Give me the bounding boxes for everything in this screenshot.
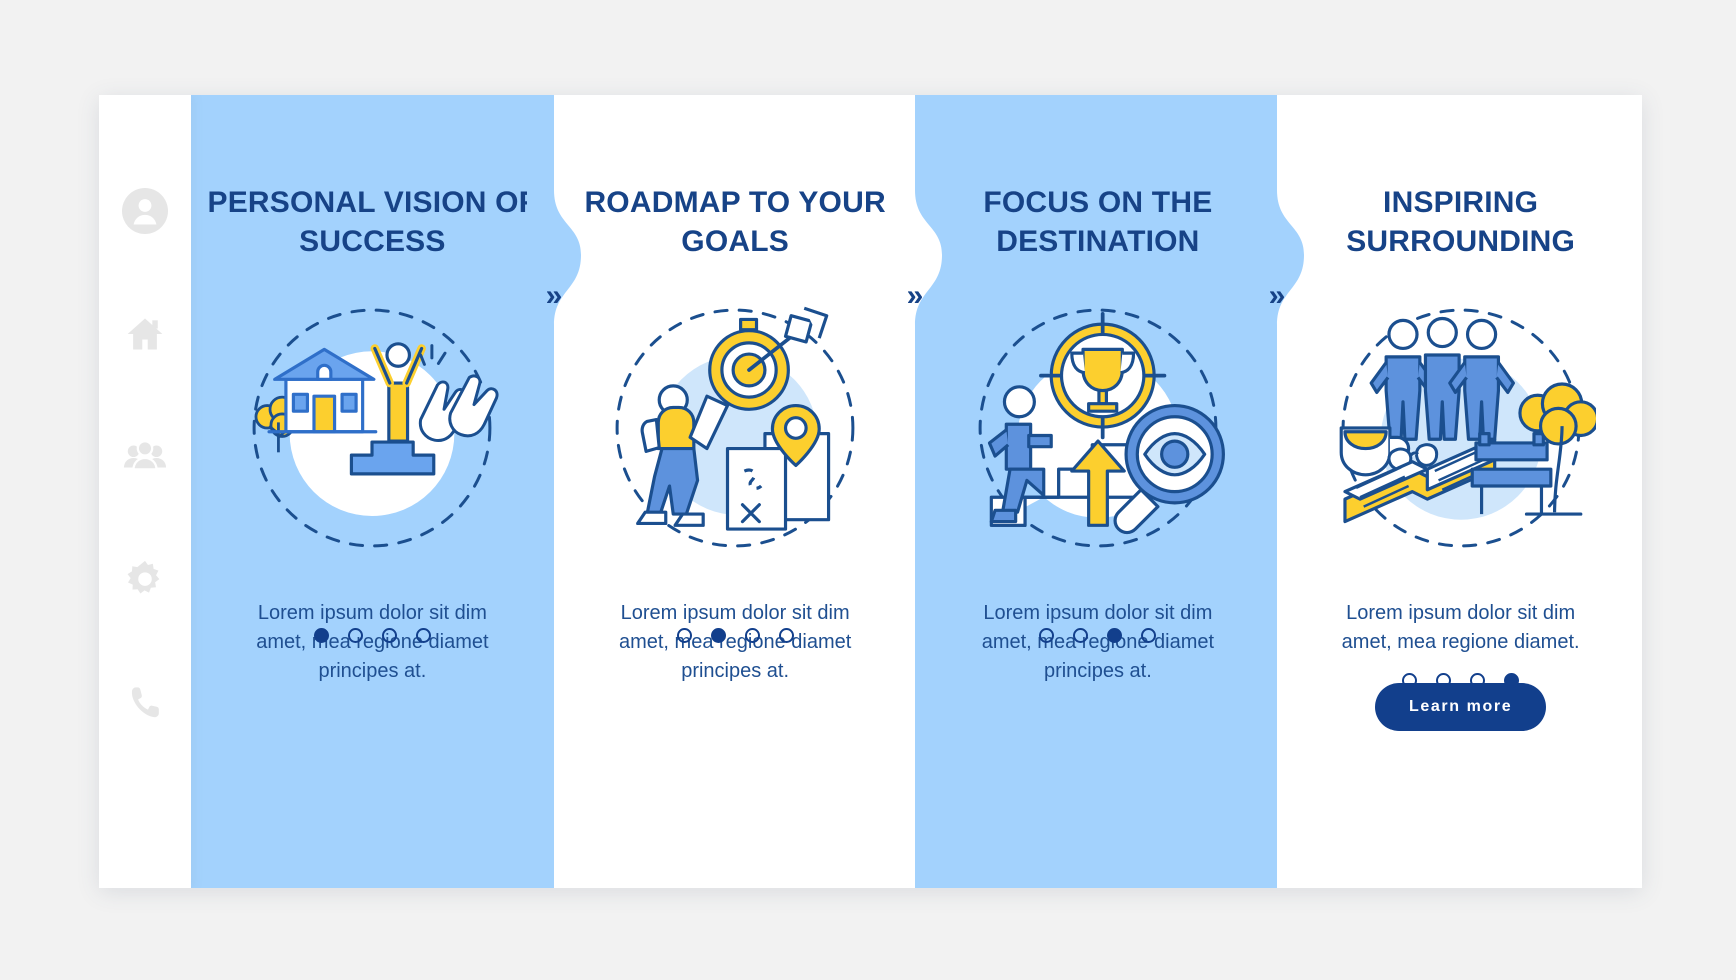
sidebar-item-home[interactable] (122, 311, 168, 357)
panel-title: Personal Vision of Success (207, 186, 538, 258)
panel-roadmap: Roadmap to Your Goals (553, 95, 917, 888)
sidebar (99, 95, 191, 888)
people-group-icon (123, 435, 167, 479)
onboarding-panels: Personal Vision of Success (191, 95, 1642, 888)
panel-title: Roadmap to Your Goals (584, 186, 886, 258)
dot-1[interactable] (1402, 673, 1418, 688)
sidebar-item-settings[interactable] (122, 557, 168, 603)
user-circle-icon (122, 188, 168, 234)
dot-4[interactable] (1504, 673, 1520, 688)
panel-title: Focus on the Destination (983, 186, 1213, 258)
trophy-crosshair-stairs-magnifier-illustration (963, 297, 1233, 559)
home-icon (124, 313, 166, 355)
dot-4[interactable] (415, 628, 431, 643)
panel-title: Inspiring Surrounding (1346, 186, 1576, 258)
page-background: Personal Vision of Success (0, 0, 1736, 980)
sidebar-item-contact[interactable] (122, 680, 168, 726)
dot-2[interactable] (347, 628, 363, 643)
panel-personal-vision: Personal Vision of Success (191, 95, 554, 888)
dot-4[interactable] (1141, 628, 1157, 643)
sidebar-item-community[interactable] (122, 434, 168, 480)
pagination-dots[interactable] (676, 628, 794, 643)
panel-focus-destination: Focus on the Destination (916, 95, 1280, 888)
dot-3[interactable] (381, 628, 397, 643)
dot-2[interactable] (1073, 628, 1089, 643)
phone-icon (125, 683, 165, 723)
dot-3[interactable] (1470, 673, 1486, 688)
dot-1[interactable] (313, 628, 329, 643)
gear-icon (124, 559, 166, 601)
dot-3[interactable] (1107, 628, 1123, 643)
people-book-bench-tree-illustration (1326, 297, 1596, 559)
pagination-dots[interactable] (1039, 628, 1157, 643)
dot-4[interactable] (778, 628, 794, 643)
family-house-trophy-applause-illustration (237, 297, 507, 559)
dot-3[interactable] (744, 628, 760, 643)
learn-more-button[interactable]: Learn more (1375, 683, 1547, 731)
dot-1[interactable] (1039, 628, 1055, 643)
dot-2[interactable] (1436, 673, 1452, 688)
onboarding-card: Personal Vision of Success (99, 95, 1642, 888)
panel-inspiring-surrounding: Inspiring Surrounding (1279, 95, 1642, 888)
sidebar-item-profile[interactable] (122, 188, 168, 234)
hiker-target-map-pin-illustration (600, 297, 870, 559)
pagination-dots[interactable] (313, 628, 431, 643)
dot-1[interactable] (676, 628, 692, 643)
pagination-dots[interactable] (1402, 673, 1520, 688)
panel-body: Lorem ipsum dolor sit dim amet, mea regi… (1341, 602, 1580, 653)
dot-2[interactable] (710, 628, 726, 643)
